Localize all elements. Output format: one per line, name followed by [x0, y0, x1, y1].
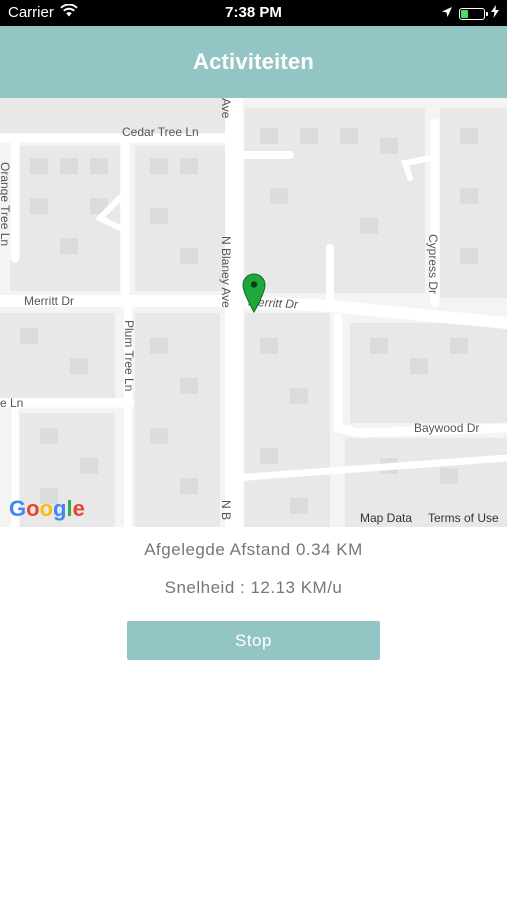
stop-button[interactable]: Stop: [127, 621, 380, 660]
map-view[interactable]: Cedar Tree Ln Orange Tree Ln Ave N Blane…: [0, 98, 507, 527]
street-plum-tree-ln: Plum Tree Ln: [122, 320, 136, 392]
street-n-blaney-ave: N Blaney Ave: [219, 236, 233, 308]
street-orange-tree-ln: Orange Tree Ln: [0, 162, 12, 247]
distance-label: Afgelegde Afstand 0.34 KM: [144, 540, 363, 559]
app-header: Activiteiten: [0, 26, 507, 98]
speed-label: Snelheid : 12.13 KM/u: [164, 578, 343, 597]
street-cedar-tree-ln: Cedar Tree Ln: [122, 125, 199, 139]
battery-fill: [461, 9, 469, 18]
location-arrow-icon: [441, 5, 453, 22]
street-baywood-dr: Baywood Dr: [414, 421, 480, 435]
status-bar: Carrier 7:38 PM: [0, 0, 507, 26]
street-blaney-top: Ave: [219, 98, 233, 119]
street-merritt-dr-left: Merritt Dr: [24, 294, 74, 308]
battery-icon: [459, 7, 488, 20]
page-title: Activiteiten: [193, 49, 314, 74]
charging-bolt-icon: [491, 5, 499, 22]
google-logo: Google: [9, 496, 85, 521]
map-data-link[interactable]: Map Data: [360, 511, 412, 525]
terms-of-use-link[interactable]: Terms of Use: [428, 511, 499, 525]
street-ln-left: e Ln: [0, 396, 24, 410]
status-time: 7:38 PM: [225, 4, 282, 21]
street-blaney-bottom: N B: [219, 500, 233, 521]
street-cypress-dr: Cypress Dr: [426, 234, 440, 295]
status-right: [441, 5, 499, 22]
